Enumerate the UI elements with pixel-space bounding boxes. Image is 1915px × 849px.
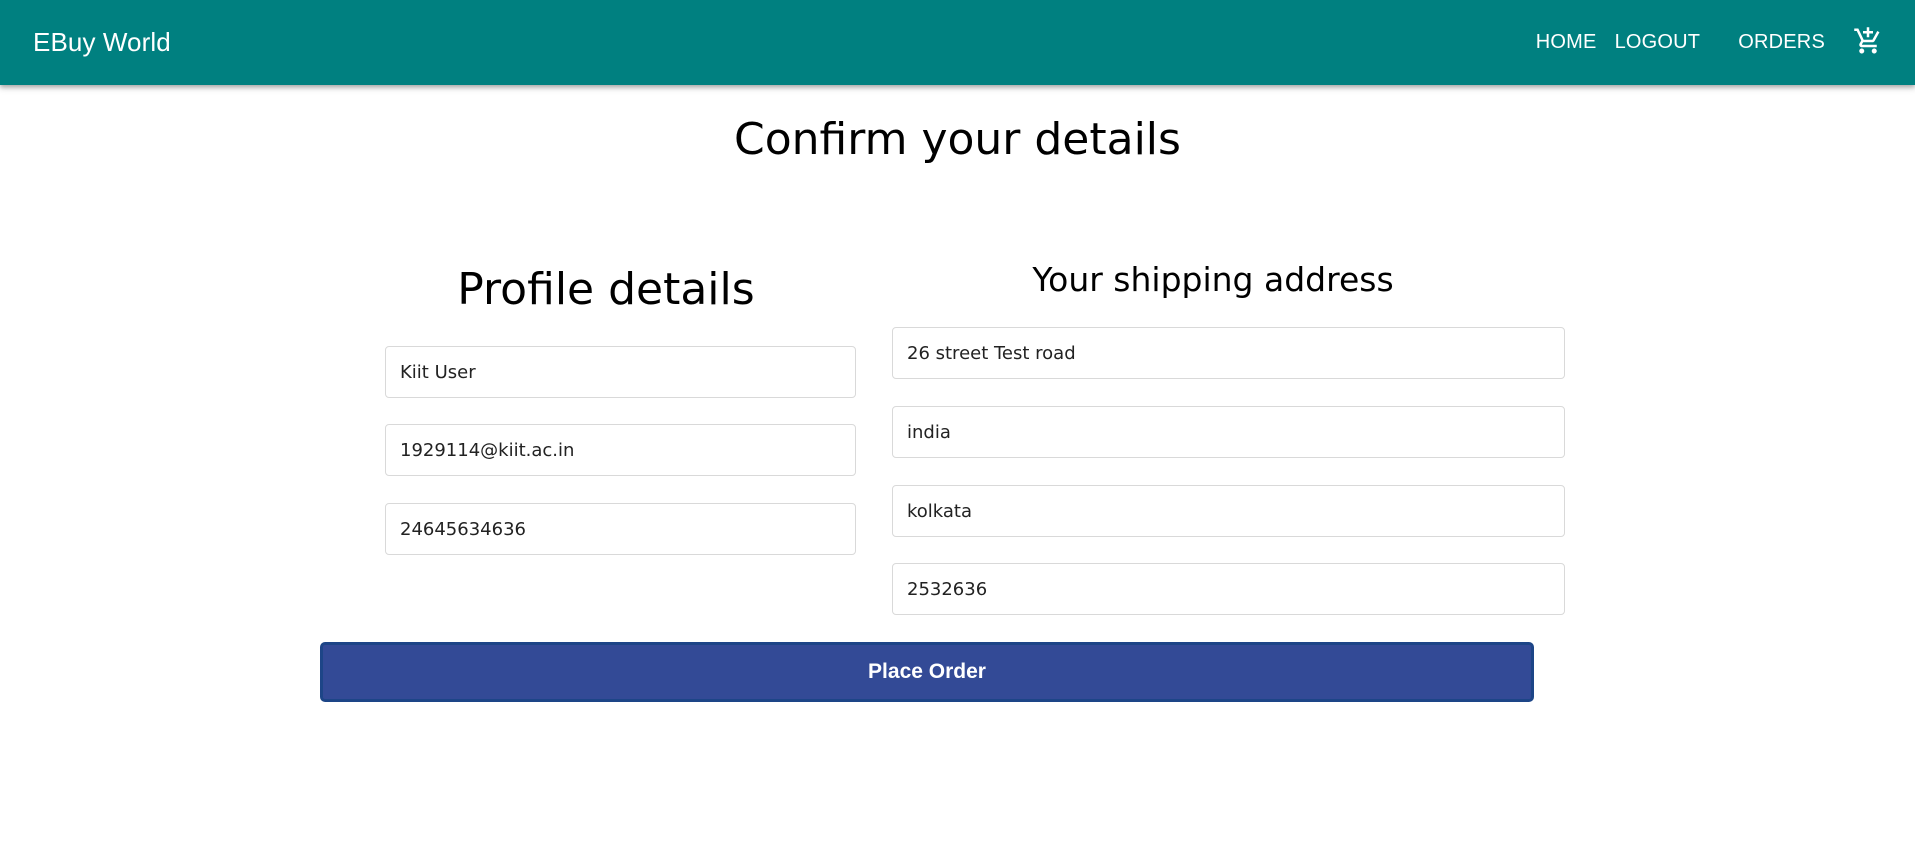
shipping-street-input[interactable] bbox=[892, 327, 1565, 379]
nav-logout-link[interactable]: LOGOUT bbox=[1615, 31, 1701, 54]
profile-phone-input[interactable] bbox=[385, 503, 856, 555]
add-shopping-cart-icon[interactable] bbox=[1853, 26, 1883, 56]
app-bar: EBuy World HOME LOGOUT ORDERS bbox=[0, 0, 1915, 85]
place-order-button[interactable]: Place Order bbox=[320, 642, 1534, 702]
top-nav: HOME LOGOUT ORDERS bbox=[1536, 0, 1883, 85]
page-title: Confirm your details bbox=[734, 114, 1181, 165]
nav-orders-link[interactable]: ORDERS bbox=[1738, 31, 1825, 54]
shipping-country-input[interactable] bbox=[892, 406, 1565, 458]
shipping-address-heading: Your shipping address bbox=[1032, 260, 1394, 299]
shipping-city-input[interactable] bbox=[892, 485, 1565, 537]
brand-logo[interactable]: EBuy World bbox=[33, 27, 171, 58]
shipping-pincode-input[interactable] bbox=[892, 563, 1565, 615]
nav-home-link[interactable]: HOME bbox=[1536, 31, 1597, 54]
profile-name-input[interactable] bbox=[385, 346, 856, 398]
profile-email-input[interactable] bbox=[385, 424, 856, 476]
profile-details-heading: Profile details bbox=[457, 264, 755, 315]
